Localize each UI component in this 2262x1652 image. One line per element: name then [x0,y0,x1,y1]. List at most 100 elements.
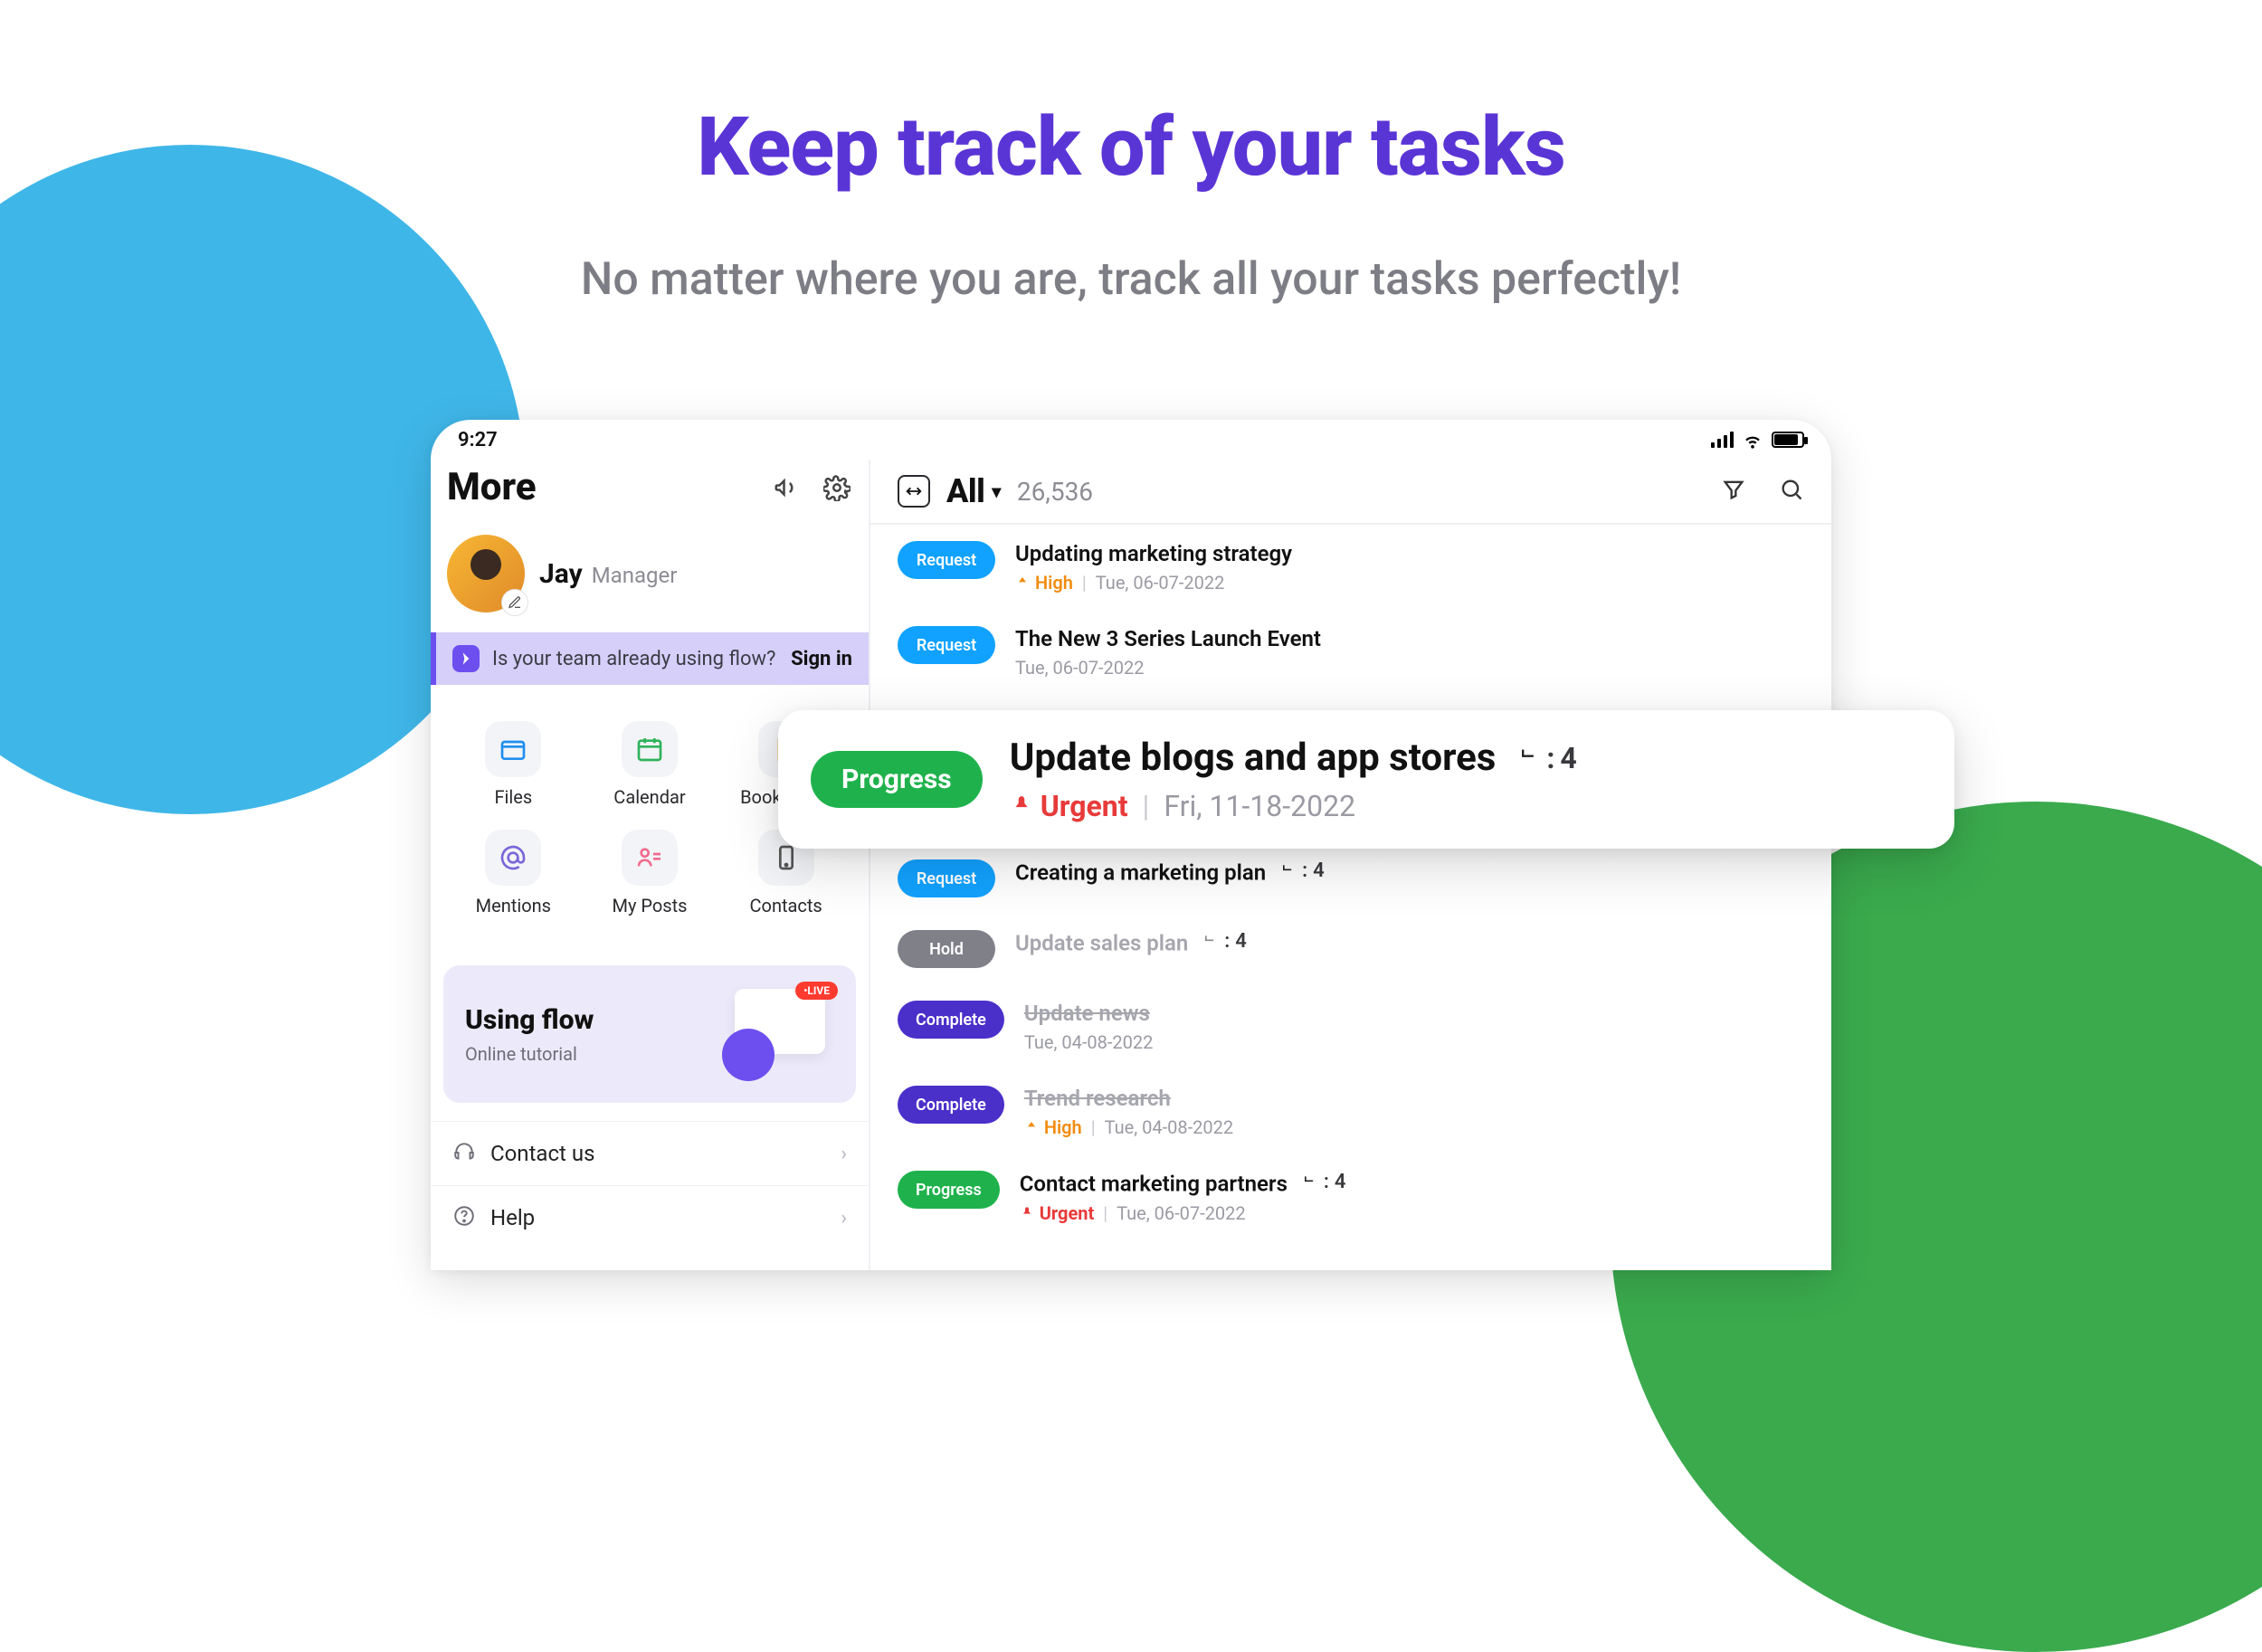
menu-contact-us[interactable]: Contact us › [431,1121,869,1185]
user-list-icon [622,830,678,886]
status-bar: 9:27 [431,420,1831,460]
tutorial-card[interactable]: Using flow Online tutorial •LIVE [443,965,856,1103]
task-row[interactable]: Hold Update sales plan : 4 [870,914,1831,984]
search-icon[interactable] [1779,477,1804,506]
menu-label: Contact us [490,1141,826,1166]
status-pill: Hold [898,930,995,968]
task-row[interactable]: Request Updating marketing strategy High… [870,525,1831,610]
task-date: Tue, 04-08-2022 [1105,1116,1234,1138]
priority-high-badge: High [1024,1116,1082,1138]
status-pill: Request [898,859,995,897]
task-date: Tue, 04-08-2022 [1024,1031,1154,1053]
chevron-right-icon: › [841,1143,847,1165]
task-title: The New 3 Series Launch Event [1015,626,1321,651]
filter-label: All [946,472,984,510]
task-row[interactable]: Complete Trend research High | Tue, 04-0… [870,1069,1831,1154]
gear-icon[interactable] [822,472,852,503]
status-time: 9:27 [458,429,498,451]
user-name: Jay [539,558,583,590]
grid-item-mentions[interactable]: Mentions [446,830,580,916]
priority-urgent-badge: Urgent [1010,789,1128,823]
subtask-count-badge: : 4 [1300,1171,1346,1193]
task-title: Update sales plan : 4 [1015,930,1247,956]
menu-help[interactable]: Help › [431,1185,869,1249]
calendar-icon [622,721,678,777]
pencil-icon [508,595,522,610]
page-title: Keep track of your tasks [0,100,2262,195]
grid-label: My Posts [613,895,688,916]
task-title: Contact marketing partners : 4 [1020,1171,1346,1197]
grid-label: Contacts [750,895,822,916]
task-row[interactable]: Request Creating a marketing plan : 4 [870,843,1831,914]
user-profile[interactable]: Jay Manager [431,526,869,632]
task-row[interactable]: Request The New 3 Series Launch Event Tu… [870,610,1831,695]
tutorial-subtitle: Online tutorial [465,1043,726,1065]
task-title: Update news [1024,1001,1154,1026]
expand-icon [904,481,924,501]
grid-item-files[interactable]: Files [446,721,580,808]
task-date: Fri, 11-18-2022 [1164,789,1355,823]
menu-label: Help [490,1205,826,1230]
left-pane: More Jay [431,460,870,1270]
status-pill: Progress [898,1171,1000,1209]
task-title: Update blogs and app stores : 4 [1010,736,1577,780]
status-pill: Request [898,626,995,664]
grid-label: Mentions [476,895,551,916]
right-pane: All ▾ 26,536 Request Updating mar [870,460,1831,1270]
banner-signin-link[interactable]: Sign in [791,648,852,670]
task-meta: High | Tue, 06-07-2022 [1015,572,1292,593]
subtask-count-badge: : 4 [1516,741,1576,775]
team-signin-banner[interactable]: Is your team already using flow? Sign in [431,632,869,685]
task-list: Request Updating marketing strategy High… [870,525,1831,1240]
megaphone-icon[interactable] [771,472,802,503]
headset-icon [452,1140,476,1167]
expand-toggle-button[interactable] [898,475,930,508]
grid-item-calendar[interactable]: Calendar [583,721,717,808]
task-date: Tue, 06-07-2022 [1117,1202,1246,1224]
subtask-count-badge: : 4 [1201,930,1247,953]
battery-icon [1772,432,1804,448]
task-count: 26,536 [1017,477,1093,507]
status-pill: Request [898,541,995,579]
page-subtitle: No matter where you are, track all your … [0,253,2262,306]
help-icon [452,1204,476,1231]
priority-urgent-badge: Urgent [1020,1202,1095,1224]
grid-label: Files [494,786,532,808]
task-title: Creating a marketing plan : 4 [1015,859,1325,886]
task-date: Tue, 06-07-2022 [1015,657,1145,679]
task-meta: Tue, 04-08-2022 [1024,1031,1154,1053]
caret-down-icon: ▾ [992,480,1001,502]
cellular-icon [1711,432,1734,448]
task-title: Trend research [1024,1086,1233,1111]
task-date: Tue, 06-07-2022 [1096,572,1225,593]
task-meta: High | Tue, 04-08-2022 [1024,1116,1233,1138]
tutorial-illustration: •LIVE [726,989,834,1079]
filter-dropdown[interactable]: All ▾ [946,472,1001,510]
banner-text: Is your team already using flow? [492,648,778,670]
task-row[interactable]: Complete Update news Tue, 04-08-2022 [870,984,1831,1069]
status-pill: Complete [898,1086,1004,1124]
status-pill: Complete [898,1001,1004,1039]
wifi-icon [1743,430,1763,450]
grid-label: Calendar [613,786,685,808]
status-indicators [1711,430,1804,450]
subtask-count-badge: : 4 [1278,859,1325,882]
live-badge: •LIVE [795,982,838,1000]
chevron-right-icon: › [841,1207,847,1230]
grid-item-myposts[interactable]: My Posts [583,830,717,916]
task-meta: Urgent | Fri, 11-18-2022 [1010,789,1577,823]
task-row[interactable]: Progress Contact marketing partners : 4 [870,1154,1831,1240]
priority-high-badge: High [1015,572,1073,593]
highlighted-task-card[interactable]: Progress Update blogs and app stores : 4… [778,710,1954,849]
task-title: Updating marketing strategy [1015,541,1292,566]
left-pane-title: More [447,465,771,509]
files-icon [485,721,541,777]
flow-badge-icon [452,645,480,672]
avatar-edit-button[interactable] [501,589,528,616]
task-meta: Tue, 06-07-2022 [1015,657,1321,679]
status-pill: Progress [811,751,983,808]
tutorial-title: Using flow [465,1004,726,1036]
task-meta: Urgent | Tue, 06-07-2022 [1020,1202,1346,1224]
at-icon [485,830,541,886]
filter-icon[interactable] [1721,477,1746,506]
